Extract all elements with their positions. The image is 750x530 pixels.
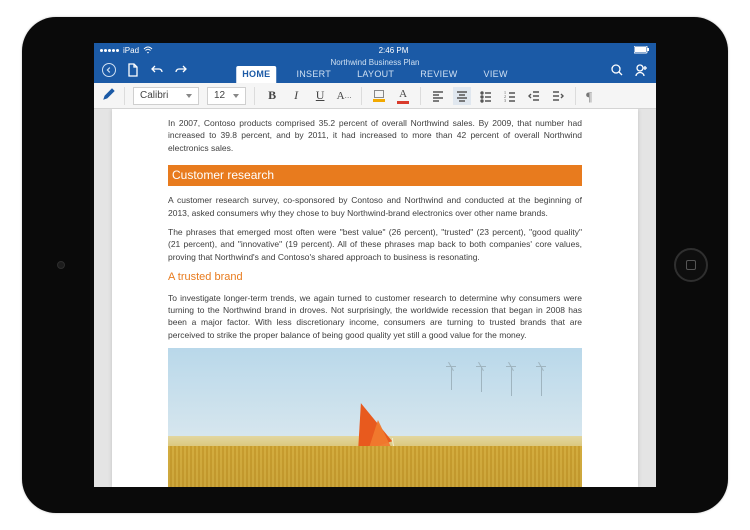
font-name-value: Calibri [140,90,168,101]
wifi-icon [143,46,153,54]
heading-customer-research: Customer research [168,165,582,186]
app-title-bar: Northwind Business Plan HOME INSERT LAYO… [94,57,656,83]
status-time: 2:46 PM [379,46,409,55]
bold-button[interactable]: B [263,87,281,105]
bullets-button[interactable] [477,87,495,105]
app-screen: iPad 2:46 PM Northwind Business Plan [94,43,656,487]
file-icon[interactable] [126,63,140,77]
styles-pen-icon[interactable] [102,87,116,104]
signal-dots-icon [100,49,119,52]
document-page[interactable]: In 2007, Contoso products comprised 35.2… [112,109,638,487]
indent-right-button[interactable] [549,87,567,105]
ios-status-bar: iPad 2:46 PM [94,43,656,57]
tab-view[interactable]: VIEW [478,66,514,83]
underline-button[interactable]: U [311,87,329,105]
font-size-value: 12 [214,90,225,101]
search-icon[interactable] [610,63,624,77]
numbering-button[interactable]: 123 [501,87,519,105]
highlight-color-button[interactable] [370,87,388,105]
body-text: The phrases that emerged most often were… [168,226,582,263]
more-font-button[interactable]: A… [335,87,353,105]
align-center-button[interactable] [453,87,471,105]
undo-icon[interactable] [150,63,164,77]
home-ribbon: Calibri 12 B I U A… A 123 [94,83,656,109]
ribbon-tabs: HOME INSERT LAYOUT REVIEW VIEW [236,66,514,83]
share-icon[interactable] [634,63,648,77]
back-button[interactable] [102,63,116,77]
body-text: A customer research survey, co-sponsored… [168,194,582,219]
indent-left-button[interactable] [525,87,543,105]
inline-image-kite-field[interactable] [168,348,582,487]
ipad-device-frame: iPad 2:46 PM Northwind Business Plan [22,17,728,513]
paragraph-marks-button[interactable] [584,87,602,105]
tab-home[interactable]: HOME [236,66,276,83]
font-name-picker[interactable]: Calibri [133,87,199,105]
body-text: In 2007, Contoso products comprised 35.2… [168,117,582,154]
front-camera [57,261,65,269]
heading-trusted-brand: A trusted brand [168,270,582,286]
body-text: To investigate longer-term trends, we ag… [168,292,582,341]
align-left-button[interactable] [429,87,447,105]
carrier-label: iPad [123,46,139,55]
tab-layout[interactable]: LAYOUT [351,66,400,83]
battery-icon [634,46,650,54]
svg-text:3: 3 [504,98,506,103]
document-viewport[interactable]: In 2007, Contoso products comprised 35.2… [94,109,656,487]
tab-review[interactable]: REVIEW [414,66,463,83]
font-color-button[interactable]: A [394,87,412,105]
redo-icon[interactable] [174,63,188,77]
italic-button[interactable]: I [287,87,305,105]
font-size-picker[interactable]: 12 [207,87,246,105]
home-button[interactable] [674,248,708,282]
tab-insert[interactable]: INSERT [290,66,337,83]
